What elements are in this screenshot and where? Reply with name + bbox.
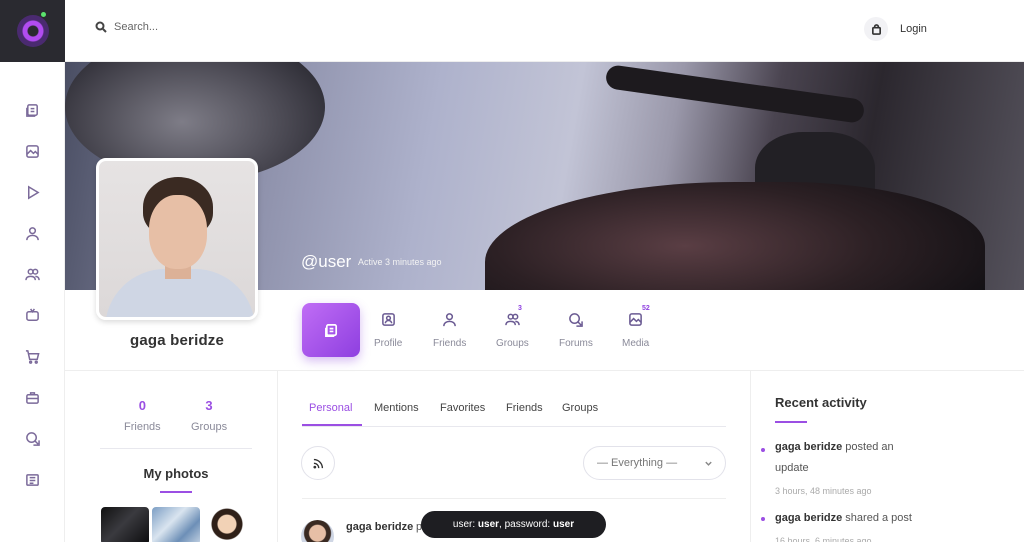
divider: [65, 370, 1024, 371]
briefcase-icon[interactable]: [20, 385, 44, 409]
search-box[interactable]: [95, 21, 314, 33]
left-rail: [0, 0, 65, 542]
groups-icon: [505, 313, 520, 326]
profile-icon: [381, 313, 395, 326]
active-tab-underline: [302, 424, 362, 426]
rss-icon: [312, 458, 323, 469]
login-link[interactable]: Login: [900, 23, 927, 35]
activity-item: gaga beridze shared a post 16 hours, 6 m…: [775, 508, 925, 542]
profile-avatar[interactable]: [96, 158, 258, 320]
online-dot: [41, 12, 46, 17]
photo-thumbnail[interactable]: [152, 507, 200, 542]
newsfeed-icon[interactable]: [20, 98, 44, 122]
news-icon[interactable]: [20, 467, 44, 491]
recent-activity-title: Recent activity: [775, 395, 867, 410]
tab-favorites[interactable]: Favorites: [440, 402, 485, 414]
activity-icon: [324, 323, 337, 337]
title-underline: [775, 421, 807, 423]
credentials-toast: user: user, password: user: [421, 511, 606, 538]
title-underline: [160, 491, 192, 493]
activity-filter-select[interactable]: — Everything —: [583, 446, 726, 480]
divider: [750, 371, 751, 542]
photo-thumbnail[interactable]: [203, 507, 251, 542]
bag-button[interactable]: [864, 17, 888, 41]
search-input[interactable]: [114, 21, 314, 33]
nav-groups[interactable]: 3 Groups: [496, 305, 529, 351]
activity-author[interactable]: gaga beridze: [775, 512, 842, 524]
divider: [100, 448, 252, 449]
timeline-dot: [761, 448, 765, 452]
bag-icon: [871, 23, 881, 35]
media-badge: 52: [642, 305, 650, 312]
logo-icon: [16, 15, 49, 47]
tab-friends[interactable]: Friends: [506, 402, 543, 414]
activity-tabs: Personal Mentions Favorites Friends Grou…: [302, 402, 726, 427]
nav-media[interactable]: 52 Media: [622, 305, 650, 351]
rss-button[interactable]: [301, 446, 335, 480]
nav-forums[interactable]: Forums: [559, 312, 593, 351]
friends-icon: [443, 313, 457, 327]
photo-thumbnail[interactable]: [101, 507, 149, 542]
tab-mentions[interactable]: Mentions: [374, 402, 419, 414]
divider: [277, 371, 278, 542]
user-icon[interactable]: [20, 221, 44, 245]
forums-icon[interactable]: [20, 426, 44, 450]
nav-friends[interactable]: Friends: [433, 312, 466, 351]
activity-item: gaga beridze posted an update 3 hours, 4…: [775, 437, 925, 502]
timeline-dot: [761, 517, 765, 521]
forums-icon: [569, 313, 584, 327]
divider: [302, 498, 726, 499]
tv-icon[interactable]: [20, 303, 44, 327]
video-icon[interactable]: [20, 180, 44, 204]
nav-profile[interactable]: Profile: [374, 312, 402, 351]
tab-personal[interactable]: Personal: [309, 402, 352, 414]
my-photos-title: My photos: [143, 466, 209, 481]
activity-nav-button[interactable]: [302, 303, 360, 357]
users-icon[interactable]: [20, 262, 44, 286]
post-avatar[interactable]: [301, 520, 334, 542]
activity-time: 16 hours, 6 minutes ago: [775, 536, 872, 542]
groups-badge: 3: [518, 305, 522, 312]
tab-groups[interactable]: Groups: [562, 402, 598, 414]
profile-name: gaga beridze: [129, 332, 225, 349]
chevron-down-icon: [705, 461, 712, 466]
activity-time: 3 hours, 48 minutes ago: [775, 486, 872, 496]
search-icon: [95, 21, 107, 33]
post-author[interactable]: gaga beridze: [346, 521, 413, 533]
top-bar: Login: [65, 0, 1024, 62]
last-active: Active 3 minutes ago: [358, 257, 442, 267]
media-icon: [629, 313, 642, 326]
stat-groups[interactable]: 3 Groups: [191, 398, 227, 433]
stat-friends[interactable]: 0 Friends: [124, 398, 161, 433]
photos-icon[interactable]: [20, 139, 44, 163]
cart-icon[interactable]: [20, 344, 44, 368]
activity-author[interactable]: gaga beridze: [775, 441, 842, 453]
profile-username: @user: [301, 252, 352, 271]
app-logo[interactable]: [0, 0, 65, 62]
